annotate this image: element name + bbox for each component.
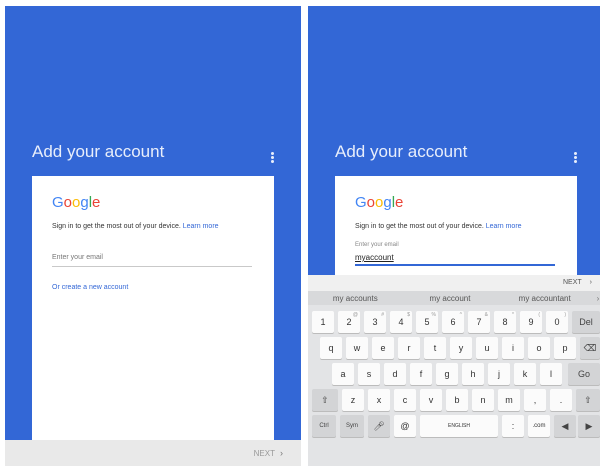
microphone-icon: 🎤︎: [373, 420, 385, 431]
shift-icon: ⇧: [321, 394, 329, 405]
key-7[interactable]: 7 &: [468, 311, 490, 333]
key-n[interactable]: n: [472, 389, 494, 411]
chevron-right-icon: ›: [589, 279, 592, 286]
mic-key[interactable]: 🎤︎: [368, 415, 390, 437]
key-9[interactable]: 9(: [520, 311, 542, 333]
key-row-bottom: ⇧ z x c v b n m , . ⇧: [312, 389, 600, 411]
arrow-left-icon: ◀: [561, 420, 569, 431]
keyboard-next-label: NEXT: [562, 279, 582, 286]
sign-in-text: Sign in to get the most out of your devi…: [52, 223, 181, 230]
key-x[interactable]: x: [368, 389, 390, 411]
sign-in-description: Sign in to get the most out of your devi…: [52, 223, 219, 230]
chevron-right-icon: ›: [280, 448, 283, 458]
email-field-label: Enter your email: [355, 242, 399, 248]
key-j[interactable]: j: [488, 363, 510, 385]
left-screen: Add your account Google Sign in to get t…: [5, 6, 301, 466]
suggestion-item[interactable]: my account: [403, 294, 498, 303]
suggestion-item[interactable]: my accountant: [497, 294, 592, 303]
next-label: NEXT: [253, 449, 275, 458]
key-3[interactable]: 3 #: [364, 311, 386, 333]
email-input[interactable]: Enter your email: [52, 250, 252, 267]
key-z[interactable]: z: [342, 389, 364, 411]
key-g[interactable]: g: [436, 363, 458, 385]
key-k[interactable]: k: [514, 363, 536, 385]
arrow-right-key[interactable]: ▶: [578, 415, 600, 437]
key-m[interactable]: m: [498, 389, 520, 411]
google-logo: Google: [52, 194, 101, 211]
sign-in-description: Sign in to get the most out of your devi…: [355, 223, 522, 230]
key-t[interactable]: t: [424, 337, 446, 359]
key-a[interactable]: a: [332, 363, 354, 385]
next-button[interactable]: NEXT ›: [254, 448, 283, 458]
suggestion-strip: my accounts my account my accountant ›: [308, 291, 600, 305]
backspace-icon: ⌫: [583, 342, 597, 353]
arrow-right-icon: ▶: [585, 420, 593, 431]
suggestion-item[interactable]: my accounts: [308, 294, 403, 303]
key-4[interactable]: 4 $: [390, 311, 412, 333]
key-row-function: Ctrl Sym 🎤︎ @ ENGLISH : .com ◀ ▶: [312, 415, 600, 437]
key-u[interactable]: u: [476, 337, 498, 359]
key-row-numbers: 1 2 @ 3 # 4 $ 5% 6 ^ 7 & 8 * 9( 0) Del: [312, 311, 600, 333]
overflow-menu-icon[interactable]: [574, 152, 577, 164]
learn-more-link[interactable]: Learn more: [486, 223, 522, 230]
key-8[interactable]: 8 *: [494, 311, 516, 333]
key-period[interactable]: .: [550, 389, 572, 411]
key-i[interactable]: i: [502, 337, 524, 359]
overflow-menu-icon[interactable]: [271, 152, 274, 164]
key-0[interactable]: 0): [546, 311, 568, 333]
key-row-home: a s d f g h j k l Go: [312, 363, 600, 385]
key-f[interactable]: f: [410, 363, 432, 385]
sign-in-card: Google Sign in to get the most out of yo…: [32, 176, 274, 466]
shift-key-right[interactable]: ⇧: [576, 389, 600, 411]
key-6[interactable]: 6 ^: [442, 311, 464, 333]
key-l[interactable]: l: [540, 363, 562, 385]
colon-key[interactable]: :: [502, 415, 524, 437]
email-input[interactable]: myaccount: [355, 252, 555, 266]
key-q[interactable]: q: [320, 337, 342, 359]
page-title: Add your account: [32, 142, 165, 161]
learn-more-link[interactable]: Learn more: [183, 223, 219, 230]
key-c[interactable]: c: [394, 389, 416, 411]
key-s[interactable]: s: [358, 363, 380, 385]
key-h[interactable]: h: [462, 363, 484, 385]
email-value: myaccount: [355, 253, 394, 262]
keyboard-next-button[interactable]: NEXT ›: [563, 279, 592, 286]
page-title: Add your account: [335, 142, 468, 161]
key-p[interactable]: p: [554, 337, 576, 359]
arrow-left-key[interactable]: ◀: [554, 415, 576, 437]
chevron-right-icon[interactable]: ›: [592, 294, 600, 303]
google-logo: Google: [355, 194, 404, 211]
sign-in-text: Sign in to get the most out of your devi…: [355, 223, 484, 230]
backspace-key[interactable]: ⌫: [580, 337, 600, 359]
key-v[interactable]: v: [420, 389, 442, 411]
go-key[interactable]: Go: [568, 363, 600, 385]
right-screen: Add your account Google Sign in to get t…: [308, 6, 600, 466]
key-comma[interactable]: ,: [524, 389, 546, 411]
shift-key[interactable]: ⇧: [312, 389, 338, 411]
delete-key[interactable]: Del: [572, 311, 600, 333]
key-y[interactable]: y: [450, 337, 472, 359]
key-b[interactable]: b: [446, 389, 468, 411]
shift-icon: ⇧: [584, 394, 592, 405]
create-account-link[interactable]: Or create a new account: [52, 284, 128, 291]
key-2[interactable]: 2 @: [338, 311, 360, 333]
bottom-nav-bar: NEXT ›: [5, 440, 301, 466]
key-1[interactable]: 1: [312, 311, 334, 333]
key-row-qwerty: q w e r t y u i o p ⌫: [312, 337, 600, 359]
key-d[interactable]: d: [384, 363, 406, 385]
space-key[interactable]: ENGLISH: [420, 415, 498, 437]
key-r[interactable]: r: [398, 337, 420, 359]
on-screen-keyboard: NEXT › my accounts my account my accounta…: [308, 275, 600, 466]
key-e[interactable]: e: [372, 337, 394, 359]
keyboard-toolbar: NEXT ›: [308, 275, 600, 291]
key-o[interactable]: o: [528, 337, 550, 359]
ctrl-key[interactable]: Ctrl: [312, 415, 336, 437]
at-key[interactable]: @: [394, 415, 416, 437]
sym-key[interactable]: Sym: [340, 415, 364, 437]
key-w[interactable]: w: [346, 337, 368, 359]
key-5[interactable]: 5%: [416, 311, 438, 333]
dotcom-key[interactable]: .com: [528, 415, 550, 437]
